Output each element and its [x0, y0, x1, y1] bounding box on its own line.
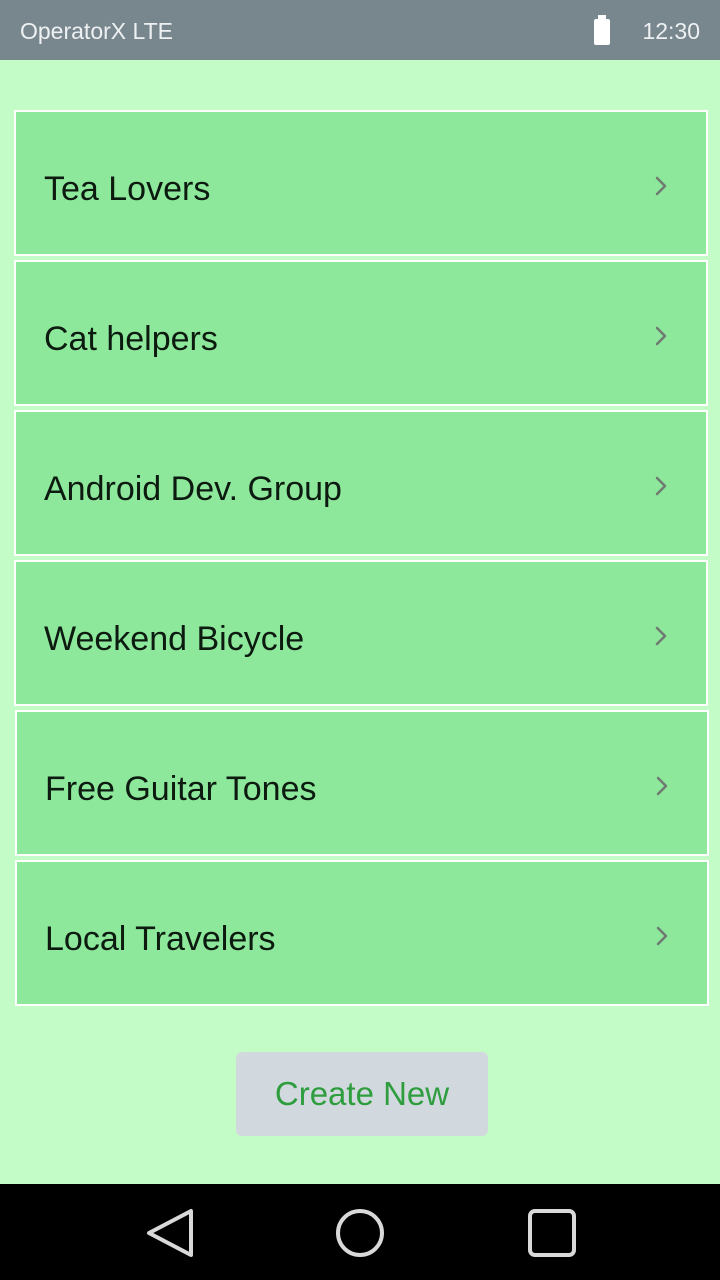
- navigation-bar: [0, 1184, 720, 1280]
- chevron-right-icon: [655, 176, 667, 196]
- group-item-android-dev-group[interactable]: Android Dev. Group: [14, 410, 708, 556]
- home-circle-icon[interactable]: [333, 1206, 387, 1260]
- group-name: Free Guitar Tones: [45, 770, 317, 808]
- create-new-button[interactable]: Create New: [236, 1052, 488, 1136]
- group-name: Weekend Bicycle: [44, 620, 305, 658]
- group-item-cat-helpers[interactable]: Cat helpers: [14, 260, 708, 406]
- group-name: Tea Lovers: [44, 170, 211, 208]
- group-name: Cat helpers: [44, 320, 218, 358]
- group-name: Android Dev. Group: [44, 470, 342, 508]
- group-item-local-travelers[interactable]: Local Travelers: [15, 860, 709, 1006]
- group-item-free-guitar-tones[interactable]: Free Guitar Tones: [15, 710, 709, 856]
- back-triangle-icon[interactable]: [143, 1206, 197, 1260]
- status-bar: OperatorX LTE 12:30: [0, 0, 720, 60]
- battery-full-icon: [594, 15, 610, 45]
- chevron-right-icon: [655, 626, 667, 646]
- chevron-right-icon: [655, 476, 667, 496]
- group-item-tea-lovers[interactable]: Tea Lovers: [14, 110, 708, 256]
- chevron-right-icon: [656, 776, 668, 796]
- chevron-right-icon: [655, 326, 667, 346]
- chevron-right-icon: [656, 926, 668, 946]
- group-name: Local Travelers: [45, 920, 276, 958]
- clock: 12:30: [642, 18, 700, 44]
- group-item-weekend-bicycle[interactable]: Weekend Bicycle: [14, 560, 708, 706]
- carrier-label: OperatorX LTE: [20, 18, 173, 44]
- recents-square-icon[interactable]: [525, 1206, 579, 1260]
